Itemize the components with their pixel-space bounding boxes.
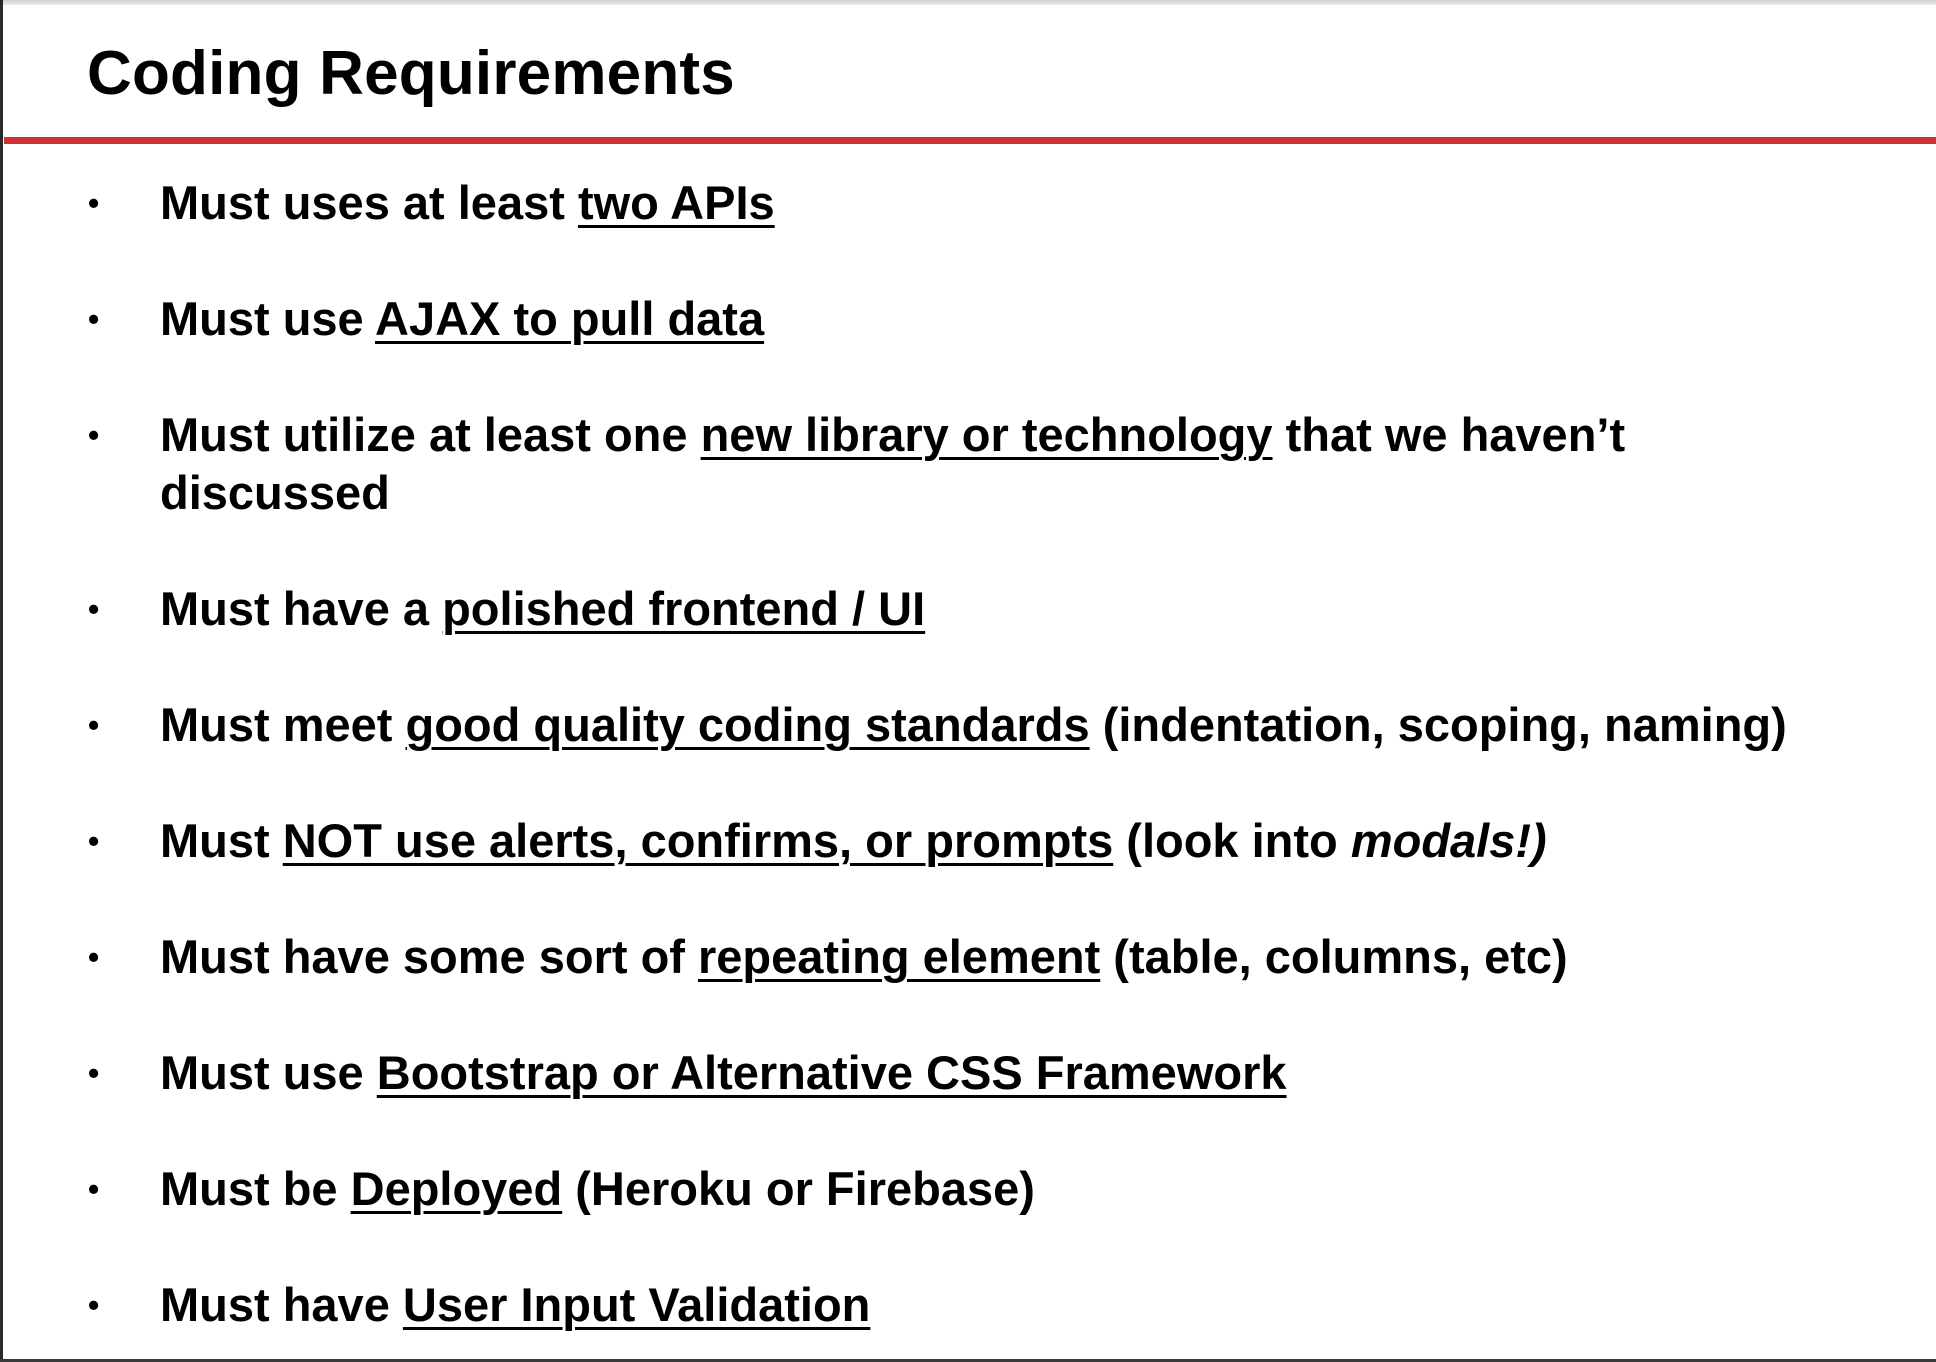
bullet-text: Must use Bootstrap or Alternative CSS Fr… [160, 1044, 1900, 1102]
bullet-lead: Must use [160, 292, 376, 345]
bullet-lead: Must uses at least [160, 176, 578, 229]
bullet-emphasis: two APIs [577, 176, 775, 229]
bullet-emphasis: NOT use alerts, confirms, or prompts [282, 814, 1114, 867]
bullet-emphasis: polished frontend / UI [442, 582, 926, 635]
bullet-text: Must have some sort of repeating element… [160, 928, 1900, 986]
bullet-icon: • [88, 707, 100, 743]
bullet-tail: (table, columns, etc) [1100, 930, 1568, 983]
bullet-emphasis: good quality coding standards [405, 698, 1090, 751]
bullet-icon: • [88, 823, 100, 859]
bullet-lead: Must have [160, 1278, 403, 1331]
bullet-emphasis: User Input Validation [402, 1278, 871, 1331]
bullet-emphasis: repeating element [698, 930, 1101, 983]
bullet-lead: Must [160, 814, 283, 867]
slide-top-edge [0, 0, 1936, 5]
slide: Coding Requirements • Must uses at least… [0, 0, 1936, 1362]
bullet-icon: • [88, 301, 100, 337]
bullet-lead: Must utilize at least one [160, 408, 701, 461]
bullet-text: Must be Deployed (Heroku or Firebase) [160, 1160, 1900, 1218]
slide-left-edge [0, 0, 3, 1362]
bullet-icon: • [88, 939, 100, 975]
bullet-icon: • [88, 1055, 100, 1091]
bullet-text: Must NOT use alerts, confirms, or prompt… [160, 812, 1900, 870]
bullet-tail: (Heroku or Firebase) [562, 1162, 1035, 1215]
bullet-lead: Must meet [160, 698, 406, 751]
slide-title: Coding Requirements [87, 39, 735, 108]
bullet-icon: • [88, 185, 100, 221]
bullet-icon: • [88, 1287, 100, 1323]
bullet-lead: Must be [160, 1162, 351, 1215]
bullet-text: Must use AJAX to pull data [160, 290, 1900, 348]
bullet-text: Must utilize at least one new library or… [160, 406, 1770, 522]
bullet-tail: (look into [1113, 814, 1351, 867]
title-divider [4, 137, 1936, 144]
bullet-emphasis: AJAX to pull data [375, 292, 765, 345]
bullet-emphasis: Bootstrap or Alternative CSS Framework [376, 1046, 1287, 1099]
bullet-lead: Must use [160, 1046, 377, 1099]
bullet-tail: (indentation, scoping, naming) [1089, 698, 1787, 751]
bullet-icon: • [88, 1171, 100, 1207]
bullet-text: Must have User Input Validation [160, 1276, 1900, 1334]
bullet-lead: Must have some sort of [160, 930, 698, 983]
bullet-text: Must uses at least two APIs [160, 174, 1900, 232]
bullet-emphasis: Deployed [350, 1162, 563, 1215]
bullet-icon: • [88, 591, 100, 627]
bullet-emphasis: new library or technology [700, 408, 1273, 461]
bullet-text: Must have a polished frontend / UI [160, 580, 1900, 638]
bullet-text: Must meet good quality coding standards … [160, 696, 1900, 754]
bullet-lead: Must have a [160, 582, 443, 635]
bullet-icon: • [88, 417, 100, 453]
bullet-italic: modals!) [1350, 814, 1547, 867]
